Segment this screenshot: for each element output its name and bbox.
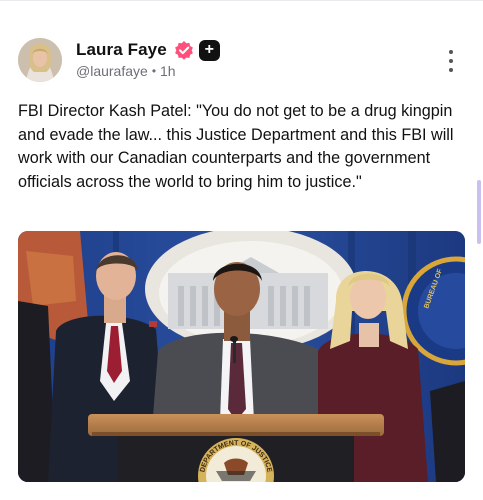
scrollbar-thumb[interactable]: [477, 180, 481, 244]
more-vertical-icon[interactable]: [444, 50, 458, 72]
author-row: Laura Faye +: [76, 38, 220, 62]
follow-button[interactable]: +: [198, 39, 220, 61]
post-card: Laura Faye + @laurafaye • 1h FBI Directo…: [0, 0, 483, 500]
meta-row: @laurafaye • 1h: [76, 63, 176, 79]
post-image[interactable]: BUREAU OF DEPARTMENT OF JUSTICE: [18, 231, 465, 482]
avatar[interactable]: [18, 38, 62, 82]
verified-badge-icon: [174, 40, 194, 60]
post-body: FBI Director Kash Patel: "You do not get…: [18, 102, 454, 191]
meta-separator: •: [151, 64, 157, 78]
author-handle[interactable]: @laurafaye: [76, 63, 148, 79]
post-timestamp[interactable]: 1h: [160, 63, 176, 79]
author-name[interactable]: Laura Faye: [76, 40, 167, 60]
